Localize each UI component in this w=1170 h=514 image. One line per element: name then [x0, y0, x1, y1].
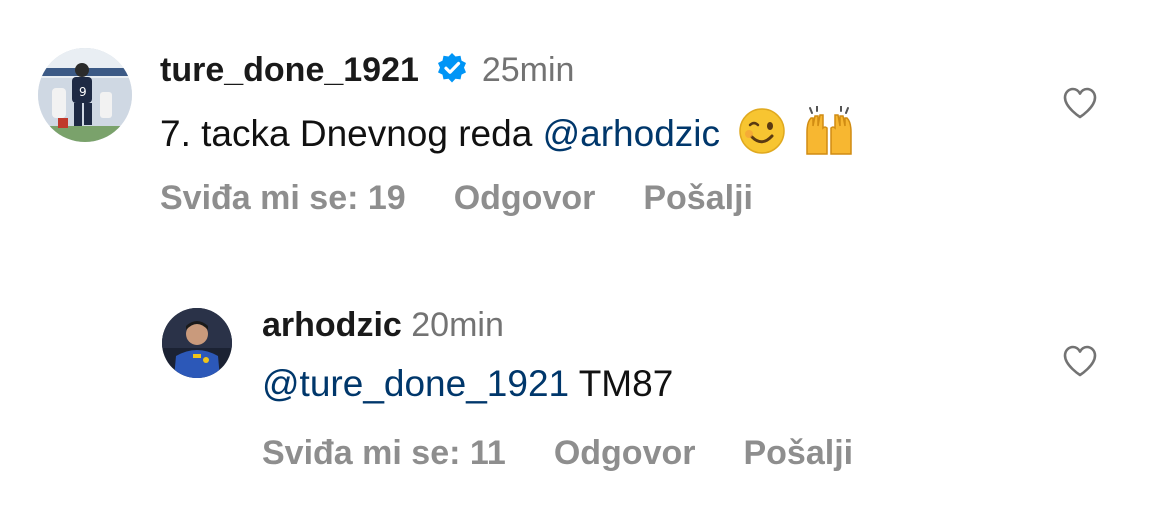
comment-text: @ture_done_1921 TM87	[262, 362, 673, 406]
comment-time: 20min	[411, 306, 504, 344]
username[interactable]: arhodzic	[262, 306, 402, 344]
like-heart-icon[interactable]	[1062, 344, 1098, 383]
send-button[interactable]: Pošalji	[743, 433, 853, 473]
reply-button[interactable]: Odgovor	[554, 433, 696, 473]
likes-count-button[interactable]: Sviđa mi se: 11	[262, 433, 506, 473]
comment-text-suffix: TM87	[569, 363, 674, 404]
avatar[interactable]	[162, 308, 232, 378]
mention-link[interactable]: @ture_done_1921	[262, 363, 569, 404]
comment-header: arhodzic 20min	[262, 305, 504, 345]
avatar-photo	[162, 308, 232, 378]
comment-actions: Sviđa mi se: 11 Odgovor Pošalji	[262, 433, 901, 473]
reply-comment-item: arhodzic 20min @ture_done_1921 TM87 Sviđ…	[0, 0, 1170, 514]
